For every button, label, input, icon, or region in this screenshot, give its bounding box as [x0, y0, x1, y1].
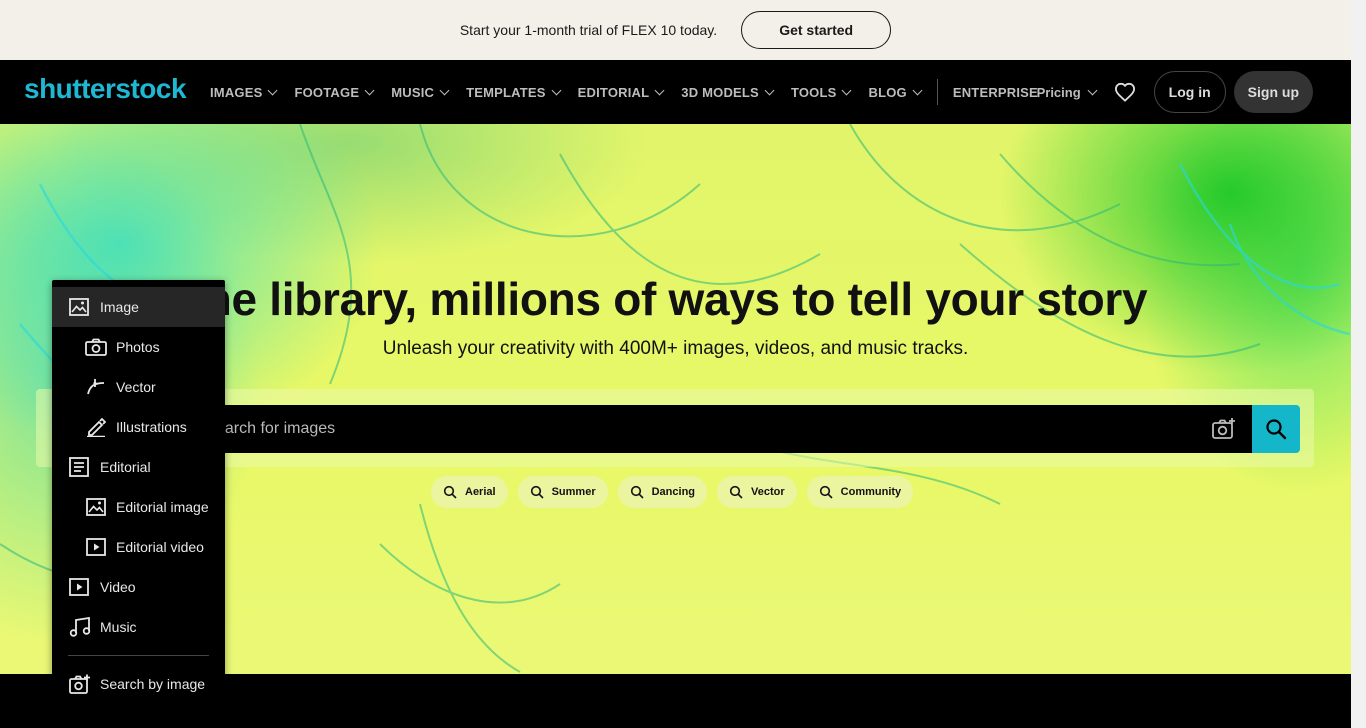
dropdown-divider — [68, 655, 209, 656]
music-note-icon — [69, 617, 91, 637]
chip-dancing[interactable]: Dancing — [617, 476, 708, 508]
suggestion-chips: Aerial Summer Dancing Vector Community — [431, 476, 923, 508]
search-icon — [819, 485, 833, 499]
chevron-down-icon — [1087, 85, 1098, 95]
chevron-down-icon — [551, 85, 562, 95]
chevron-down-icon — [764, 85, 775, 95]
dropdown-item-video[interactable]: Video — [52, 567, 225, 607]
chevron-down-icon — [268, 85, 278, 95]
search-button[interactable] — [1252, 405, 1300, 453]
search-icon — [1266, 419, 1287, 440]
camera-icon — [85, 338, 107, 356]
chip-vector[interactable]: Vector — [717, 476, 797, 508]
video-icon — [86, 538, 106, 556]
dropdown-item-search-by-image[interactable]: Search by image — [52, 664, 225, 704]
nav-item-editorial[interactable]: EDITORIAL — [578, 85, 665, 100]
vector-pen-icon — [86, 378, 106, 396]
nav-item-footage[interactable]: FOOTAGE — [294, 85, 375, 100]
search-icon — [530, 485, 544, 499]
dropdown-item-image[interactable]: Image — [52, 287, 225, 327]
promo-banner: Start your 1-month trial of FLEX 10 toda… — [0, 0, 1351, 60]
camera-search-icon[interactable] — [1211, 417, 1237, 441]
dropdown-item-music[interactable]: Music — [52, 607, 225, 647]
shutterstock-logo[interactable]: shutterstock — [24, 73, 187, 105]
nav-item-templates[interactable]: TEMPLATES — [466, 85, 562, 100]
nav-item-3d-models[interactable]: 3D MODELS — [681, 85, 775, 100]
dropdown-item-editorial[interactable]: Editorial — [52, 447, 225, 487]
chip-summer[interactable]: Summer — [517, 476, 608, 508]
nav-item-images[interactable]: IMAGES — [210, 85, 278, 100]
nav-item-tools[interactable]: TOOLS — [791, 85, 852, 100]
main-nav: shutterstock IMAGES FOOTAGE MUSIC TEMPLA… — [0, 60, 1351, 124]
video-icon — [69, 578, 89, 596]
search-input[interactable] — [216, 405, 1196, 453]
image-icon — [86, 498, 106, 516]
search-icon — [729, 485, 743, 499]
dropdown-item-editorial-image[interactable]: Editorial image — [52, 487, 225, 527]
nav-divider — [936, 79, 938, 105]
media-type-dropdown: Image Photos Vector Illustrations Editor… — [52, 280, 225, 712]
pricing-menu[interactable]: Pricing — [1037, 85, 1098, 100]
dropdown-item-vector[interactable]: Vector — [52, 367, 225, 407]
dropdown-item-editorial-video[interactable]: Editorial video — [52, 527, 225, 567]
brush-icon — [86, 417, 106, 437]
camera-search-icon — [69, 674, 91, 694]
dropdown-item-illustrations[interactable]: Illustrations — [52, 407, 225, 447]
chip-aerial[interactable]: Aerial — [431, 476, 508, 508]
promo-text: Start your 1-month trial of FLEX 10 toda… — [459, 22, 718, 38]
nav-item-music[interactable]: MUSIC — [391, 85, 450, 100]
login-button[interactable]: Log in — [1153, 71, 1226, 113]
chevron-down-icon — [654, 85, 665, 95]
search-icon — [630, 485, 644, 499]
nav-item-enterprise[interactable]: ENTERPRISE — [953, 85, 1038, 100]
dropdown-item-photos[interactable]: Photos — [52, 327, 225, 367]
nav-item-blog[interactable]: BLOG — [868, 85, 923, 100]
page-scrollbar[interactable] — [1351, 0, 1366, 728]
get-started-button[interactable]: Get started — [741, 11, 892, 49]
chevron-down-icon — [842, 85, 852, 95]
chip-community[interactable]: Community — [806, 476, 914, 508]
heart-icon[interactable] — [1114, 82, 1136, 102]
nav-actions: Pricing Log in Sign up — [1037, 60, 1313, 124]
signup-button[interactable]: Sign up — [1233, 71, 1313, 113]
image-icon — [69, 298, 89, 316]
search-icon — [443, 485, 457, 499]
chevron-down-icon — [912, 85, 923, 95]
nav-menu: IMAGES FOOTAGE MUSIC TEMPLATES EDITORIAL… — [210, 60, 1056, 124]
chevron-down-icon — [439, 85, 450, 95]
chevron-down-icon — [364, 85, 375, 95]
article-icon — [69, 457, 89, 477]
